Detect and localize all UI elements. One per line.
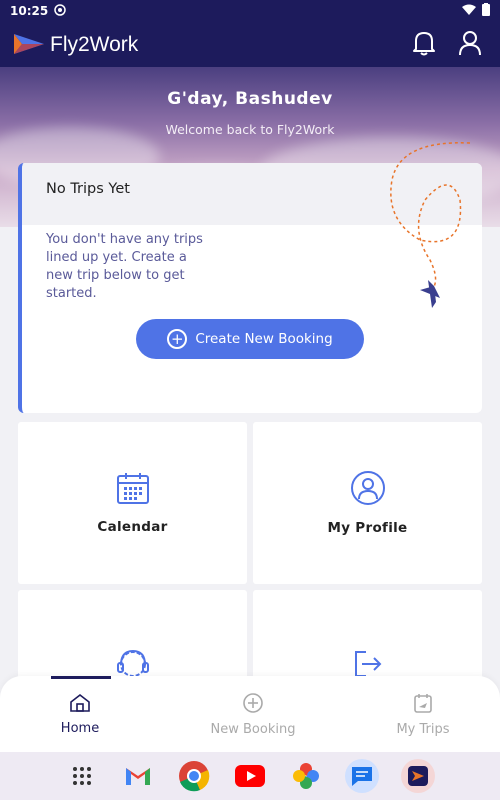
app-logo: Fly2Work [12,32,138,58]
trips-card-message: You don't have any trips lined up yet. C… [46,232,203,301]
plus-circle-icon [243,692,263,713]
app-bar: Fly2Work [0,22,500,67]
plus-circle-icon: + [167,329,188,349]
youtube-icon[interactable] [233,759,267,793]
calendar-plane-icon [414,693,432,713]
welcome-text: Welcome back to Fly2Work [165,122,335,137]
nav-my-trips-label: My Trips [396,721,450,737]
bell-icon[interactable] [412,30,436,60]
create-booking-button[interactable]: + Create New Booking [136,319,364,359]
battery-icon [482,3,490,19]
nav-home[interactable]: Home [0,676,160,752]
app-screen: 10:25 Fly2Work G'day, Bashudev Welcome b… [0,0,500,800]
nav-new-booking-label: New Booking [210,721,296,737]
nav-my-trips[interactable]: My Trips [343,676,500,752]
flight-path-icon [390,142,471,308]
plane-logo-icon [14,33,44,54]
bottom-navigation: Home New Booking My Trips [0,676,500,752]
messages-icon[interactable] [345,759,379,793]
my-profile-tile[interactable]: My Profile [253,422,482,584]
status-bar: 10:25 [0,0,500,22]
create-booking-label: Create New Booking [195,331,333,347]
wifi-icon [462,4,476,19]
status-time: 10:25 [10,4,49,18]
greeting-text: G'day, Bashudev [167,89,333,109]
nav-new-booking[interactable]: New Booking [173,676,333,752]
photos-icon[interactable] [289,759,323,793]
calendar-icon [116,473,149,504]
calendar-label: Calendar [97,519,168,535]
nav-home-label: Home [60,720,100,736]
home-icon [70,693,90,712]
app-name: Fly2Work [50,32,139,56]
system-tray [0,752,500,800]
fly2work-app-icon[interactable] [401,759,435,793]
gmail-icon[interactable] [121,759,155,793]
profile-icon[interactable] [458,30,482,60]
my-profile-label: My Profile [327,520,408,536]
calendar-tile[interactable]: Calendar [18,422,247,584]
chrome-icon[interactable] [177,759,211,793]
profile-icon [350,471,385,505]
apps-grid-icon[interactable] [65,759,99,793]
notification-icon [54,3,66,19]
